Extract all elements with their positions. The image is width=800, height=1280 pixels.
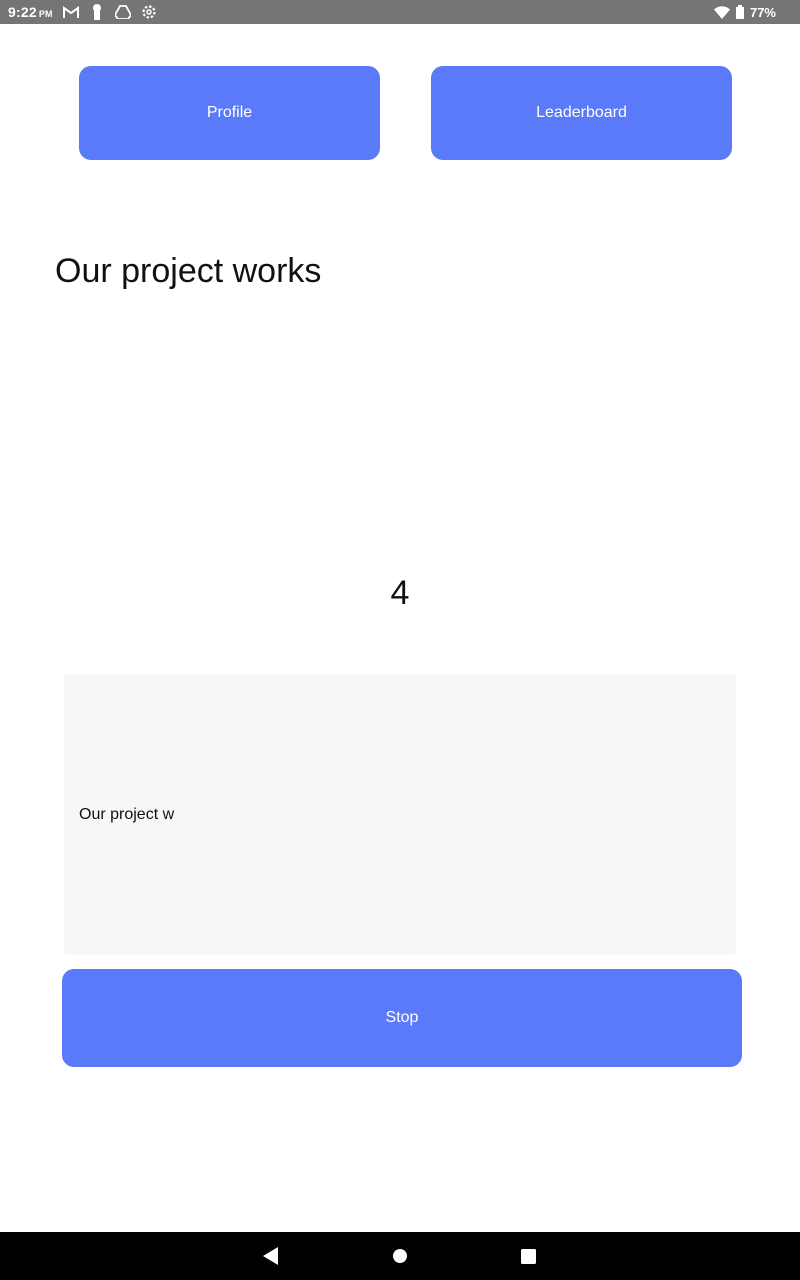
status-bar: 9:22 PM 77% xyxy=(0,0,800,24)
settings-icon xyxy=(141,4,157,20)
profile-button[interactable]: Profile xyxy=(79,66,380,160)
countdown-counter: 4 xyxy=(390,574,410,612)
prompt-text: Our project works xyxy=(55,252,322,290)
drive-icon xyxy=(114,4,131,20)
back-icon[interactable] xyxy=(247,1232,295,1280)
battery-icon xyxy=(735,4,744,20)
keyhole-icon xyxy=(89,4,105,20)
screen: 9:22 PM 77% Profile Leaderboard Our proj… xyxy=(0,0,800,1280)
status-right: 77% xyxy=(713,0,776,24)
navigation-bar xyxy=(0,1232,800,1280)
wifi-icon xyxy=(713,4,730,20)
status-time: 9:22 PM xyxy=(8,4,53,20)
typing-input-field[interactable]: Our project w xyxy=(64,674,736,955)
status-left: 9:22 PM xyxy=(8,0,157,24)
stop-button[interactable]: Stop xyxy=(62,969,742,1067)
gmail-icon xyxy=(62,4,79,20)
status-time-ampm: PM xyxy=(38,9,53,19)
battery-percent: 77% xyxy=(749,4,776,20)
home-icon[interactable] xyxy=(376,1232,424,1280)
typing-input-value: Our project w xyxy=(79,806,175,823)
leaderboard-button[interactable]: Leaderboard xyxy=(431,66,732,160)
status-time-value: 9:22 xyxy=(8,4,37,20)
recents-icon[interactable] xyxy=(504,1232,552,1280)
